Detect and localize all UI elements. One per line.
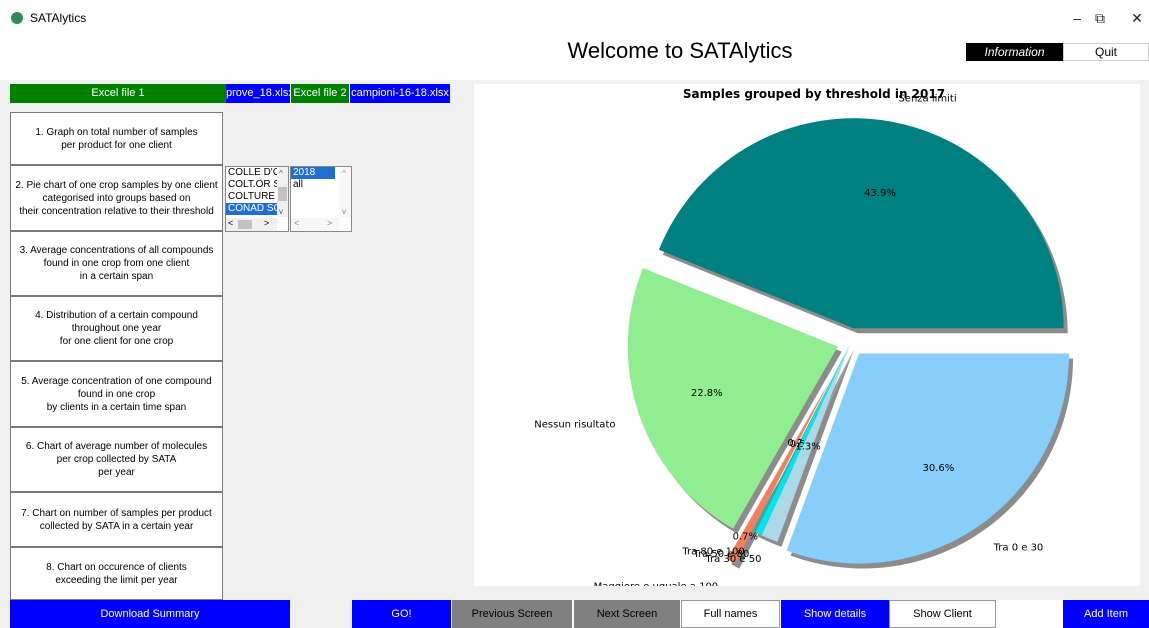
slice-label: Tra 30 e 50	[704, 554, 761, 565]
scroll-up-icon[interactable]: ^	[342, 169, 346, 178]
list-item[interactable]: COLLE D'O	[226, 167, 280, 179]
slice-label: Tra 0 e 30	[993, 542, 1044, 553]
client-hscrollbar[interactable]: < >	[226, 218, 277, 231]
year-vscrollbar[interactable]: ^ v	[339, 167, 351, 217]
excel-file-1-name: prove_18.xlsx	[226, 84, 294, 103]
list-item[interactable]: all	[291, 179, 335, 191]
window-title: SATAlytics	[30, 11, 87, 25]
close-button[interactable]: ✕	[1126, 8, 1148, 28]
slice-percent-label: 0.7%	[733, 532, 758, 543]
download-summary-button[interactable]: Download Summary	[10, 600, 290, 628]
option-3-button[interactable]: 3. Average concentrations of all compoun…	[10, 231, 223, 296]
add-item-button[interactable]: Add Item	[1063, 600, 1149, 628]
pie-slice	[658, 118, 1064, 329]
scroll-left-icon[interactable]: <	[228, 218, 233, 228]
information-button[interactable]: Information	[966, 43, 1063, 61]
list-item[interactable]: COLT.OR S	[226, 179, 280, 191]
slice-label: Nessun risultato	[534, 419, 615, 430]
page-title: Welcome to SATAlytics	[567, 38, 793, 63]
previous-screen-button[interactable]: Previous Screen	[452, 600, 572, 628]
scroll-up-icon[interactable]: ^	[279, 169, 283, 178]
list-item[interactable]: CONAD SC	[226, 203, 281, 215]
scroll-thumb[interactable]	[238, 220, 252, 229]
slice-label: Maggiore o uguale a 100	[594, 581, 719, 586]
list-item[interactable]: COLTURE N	[226, 191, 285, 203]
scroll-left-icon[interactable]: <	[294, 218, 299, 228]
scroll-down-icon[interactable]: v	[342, 207, 346, 216]
excel-file-2-button[interactable]: Excel file 2	[291, 84, 349, 103]
show-details-button[interactable]: Show details	[781, 600, 889, 628]
next-screen-button[interactable]: Next Screen	[574, 600, 680, 628]
option-6-button[interactable]: 6. Chart of average number of molecules …	[10, 427, 223, 492]
slice-percent-label: 43.9%	[864, 188, 896, 199]
option-2-button[interactable]: 2. Pie chart of one crop samples by one …	[10, 165, 223, 231]
slice-label: Senza limiti	[898, 93, 956, 104]
pie-chart: Samples grouped by threshold in 2017 Sen…	[474, 84, 1140, 586]
scroll-down-icon[interactable]: v	[279, 207, 283, 216]
option-5-button[interactable]: 5. Average concentration of one compound…	[10, 361, 223, 427]
scroll-thumb[interactable]	[278, 187, 287, 201]
slice-percent-label: 22.8%	[691, 388, 723, 399]
excel-file-2-name: campioni-16-18.xlsx	[350, 84, 450, 103]
quit-button[interactable]: Quit	[1063, 43, 1149, 61]
minimize-button[interactable]: –	[1066, 8, 1088, 28]
list-item[interactable]: 2018	[291, 167, 335, 179]
go-button[interactable]: GO!	[352, 600, 451, 628]
slice-percent-label: 30.6%	[922, 463, 954, 474]
scroll-right-icon[interactable]: >	[327, 218, 332, 228]
option-1-button[interactable]: 1. Graph on total number of samples per …	[10, 112, 223, 165]
option-4-button[interactable]: 4. Distribution of a certain compound th…	[10, 296, 223, 361]
app-icon	[11, 12, 23, 24]
option-8-button[interactable]: 8. Chart on occurence of clients exceedi…	[10, 547, 223, 600]
scroll-right-icon[interactable]: >	[264, 218, 269, 228]
year-hscrollbar[interactable]: < >	[291, 218, 339, 231]
client-vscrollbar[interactable]: ^ v	[277, 167, 288, 217]
slice-percent-label: 1.3%	[795, 442, 820, 453]
option-7-button[interactable]: 7. Chart on number of samples per produc…	[10, 492, 223, 547]
restore-button[interactable]: ⧉	[1089, 8, 1111, 28]
excel-file-1-button[interactable]: Excel file 1	[10, 84, 226, 103]
show-client-button[interactable]: Show Client	[889, 600, 996, 628]
full-names-button[interactable]: Full names	[681, 600, 780, 628]
title-bar	[0, 0, 1149, 34]
